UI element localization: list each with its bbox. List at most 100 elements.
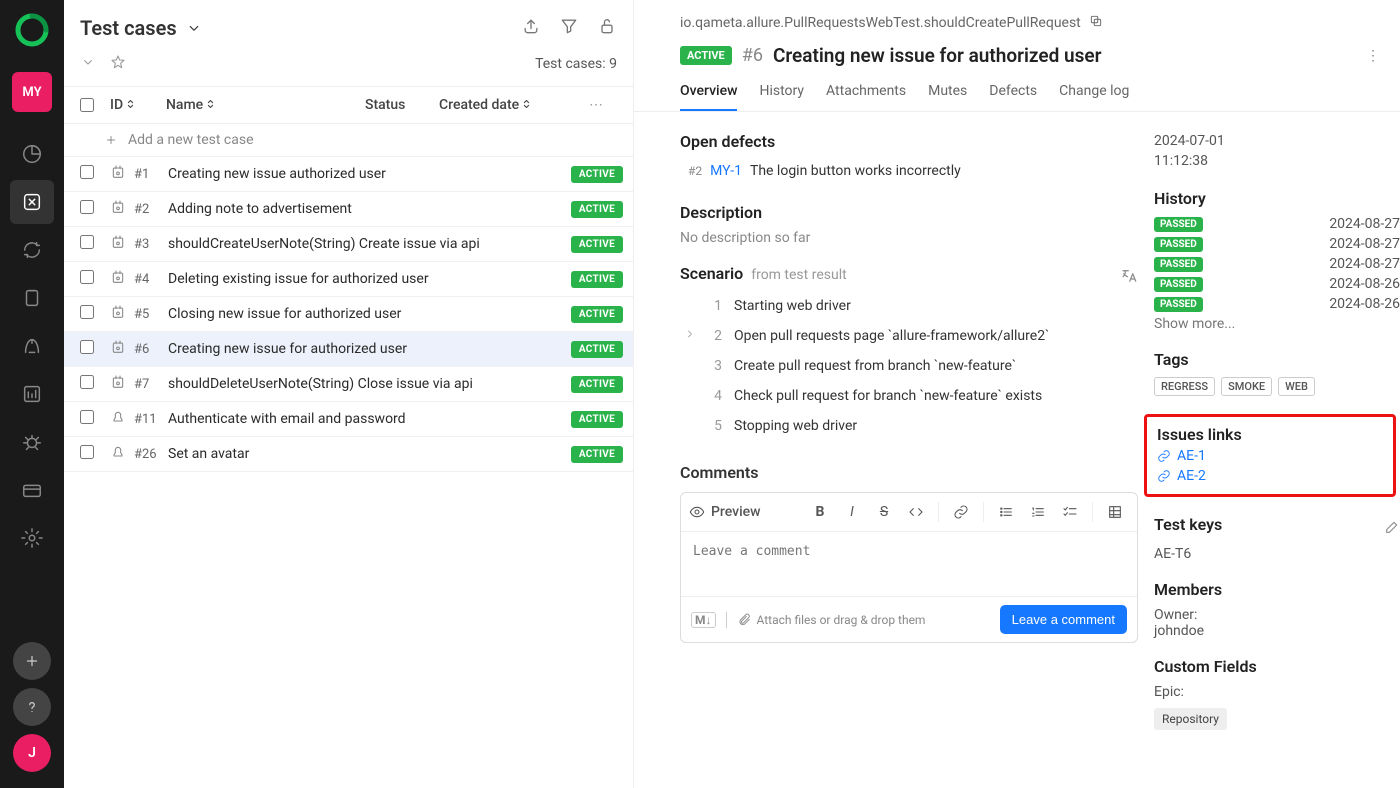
test-case-row[interactable]: #1Creating new issue authorized userACTI… (64, 157, 633, 192)
col-more-icon[interactable]: ⋯ (589, 97, 617, 113)
history-row[interactable]: PASSED2024-08-26 (1154, 296, 1400, 312)
tag-chip[interactable]: WEB (1278, 377, 1315, 396)
step-expand-icon (684, 298, 696, 314)
ol-list-button[interactable] (1024, 499, 1052, 525)
add-test-case-row[interactable]: Add a new test case (64, 124, 633, 157)
description-empty: No description so far (680, 230, 1138, 246)
workspace-badge[interactable]: MY (12, 72, 52, 112)
table-button[interactable] (1101, 499, 1129, 525)
filter-icon[interactable] (559, 16, 579, 40)
col-id-header[interactable]: ID (110, 97, 166, 113)
test-case-name: Set an avatar (168, 446, 571, 462)
row-checkbox[interactable] (80, 375, 94, 389)
nav-defects-icon[interactable] (10, 420, 54, 464)
bold-button[interactable]: B (806, 499, 834, 525)
history-row[interactable]: PASSED2024-08-27 (1154, 236, 1400, 252)
rail-help-button[interactable] (13, 688, 51, 726)
link-button[interactable] (947, 499, 975, 525)
rail-user-avatar[interactable]: J (13, 734, 51, 772)
test-case-row[interactable]: #2Adding note to advertisementACTIVE (64, 192, 633, 227)
nav-launches-icon[interactable] (10, 324, 54, 368)
tab-defects[interactable]: Defects (989, 83, 1037, 111)
col-created-header[interactable]: Created date (439, 97, 589, 113)
chevron-down-icon[interactable] (80, 54, 96, 74)
row-checkbox[interactable] (80, 165, 94, 179)
issue-link[interactable]: AE-1 (1157, 448, 1383, 464)
tab-change-log[interactable]: Change log (1059, 83, 1129, 111)
nav-cycles-icon[interactable] (10, 228, 54, 272)
leave-comment-button[interactable]: Leave a comment (1000, 605, 1127, 634)
italic-button[interactable]: I (838, 499, 866, 525)
nav-clipboard-icon[interactable] (10, 276, 54, 320)
code-button[interactable] (902, 499, 930, 525)
tab-history[interactable]: History (759, 83, 804, 111)
test-case-row[interactable]: #7shouldDeleteUserNote(String) Close iss… (64, 367, 633, 402)
nav-settings-icon[interactable] (10, 516, 54, 560)
nav-testcases-icon[interactable] (10, 180, 54, 224)
comment-textarea[interactable] (681, 532, 1137, 592)
created-date: 2024-07-01 (1154, 132, 1400, 152)
comments-heading: Comments (680, 463, 1138, 482)
nav-billing-icon[interactable] (10, 468, 54, 512)
tag-chip[interactable]: SMOKE (1221, 377, 1272, 396)
test-case-row[interactable]: #6Creating new issue for authorized user… (64, 332, 633, 367)
history-row[interactable]: PASSED2024-08-27 (1154, 216, 1400, 232)
strike-button[interactable]: S (870, 499, 898, 525)
defect-key-link[interactable]: MY-1 (710, 163, 742, 179)
history-date: 2024-08-27 (1329, 256, 1400, 272)
nav-dashboard-icon[interactable] (10, 132, 54, 176)
edit-testkey-icon[interactable] (1384, 519, 1400, 539)
ul-list-button[interactable] (992, 499, 1020, 525)
history-show-more[interactable]: Show more... (1154, 316, 1400, 332)
breadcrumb: io.qameta.allure.PullRequestsWebTest.sho… (680, 15, 1081, 31)
preview-toggle[interactable]: Preview (689, 504, 761, 520)
defect-text: The login button works incorrectly (750, 163, 961, 179)
row-checkbox[interactable] (80, 235, 94, 249)
test-case-row[interactable]: #4Deleting existing issue for authorized… (64, 262, 633, 297)
history-status-badge: PASSED (1154, 237, 1203, 252)
test-case-row[interactable]: #11Authenticate with email and passwordA… (64, 402, 633, 437)
row-checkbox[interactable] (80, 305, 94, 319)
copy-icon[interactable] (1089, 14, 1103, 32)
star-icon[interactable] (110, 54, 126, 74)
test-case-row[interactable]: #26Set an avatarACTIVE (64, 437, 633, 472)
translate-icon[interactable] (1120, 267, 1138, 289)
col-name-header[interactable]: Name (166, 97, 365, 113)
tab-overview[interactable]: Overview (680, 83, 737, 111)
row-checkbox[interactable] (80, 410, 94, 424)
rail-add-button[interactable] (13, 642, 51, 680)
row-checkbox[interactable] (80, 445, 94, 459)
repository-tag[interactable]: Repository (1154, 708, 1227, 730)
nav-analytics-icon[interactable] (10, 372, 54, 416)
unlock-icon[interactable] (597, 16, 617, 40)
tab-attachments[interactable]: Attachments (826, 83, 906, 111)
history-heading: History (1154, 189, 1400, 208)
attach-file-hint[interactable]: Attach files or drag & drop them (737, 613, 926, 627)
row-checkbox[interactable] (80, 200, 94, 214)
issue-link[interactable]: AE-2 (1157, 468, 1383, 484)
epic-label: Epic: (1154, 684, 1400, 700)
checklist-button[interactable] (1056, 499, 1084, 525)
custom-fields-heading: Custom Fields (1154, 657, 1400, 676)
history-row[interactable]: PASSED2024-08-27 (1154, 256, 1400, 272)
upload-icon[interactable] (521, 16, 541, 40)
step-expand-icon[interactable] (684, 328, 696, 344)
defect-row[interactable]: #2 MY-1 The login button works incorrect… (680, 159, 1138, 185)
members-heading: Members (1154, 580, 1400, 599)
history-row[interactable]: PASSED2024-08-26 (1154, 276, 1400, 292)
col-status-header[interactable]: Status (365, 97, 439, 113)
tag-chip[interactable]: REGRESS (1154, 377, 1215, 396)
tab-mutes[interactable]: Mutes (928, 83, 967, 111)
scenario-heading: Scenario (680, 264, 743, 283)
test-case-row[interactable]: #3shouldCreateUserNote(String) Create is… (64, 227, 633, 262)
select-all-checkbox[interactable] (80, 98, 94, 112)
kebab-menu-icon[interactable]: ⋮ (1366, 48, 1380, 64)
test-case-name: Deleting existing issue for authorized u… (168, 271, 571, 287)
row-checkbox[interactable] (80, 270, 94, 284)
test-case-row[interactable]: #5Closing new issue for authorized userA… (64, 297, 633, 332)
row-checkbox[interactable] (80, 340, 94, 354)
paperclip-icon (737, 613, 751, 627)
scenario-step: 1Starting web driver (680, 291, 1138, 321)
test-case-name: Creating new issue authorized user (168, 166, 571, 182)
panel-title[interactable]: Test cases (80, 16, 203, 40)
